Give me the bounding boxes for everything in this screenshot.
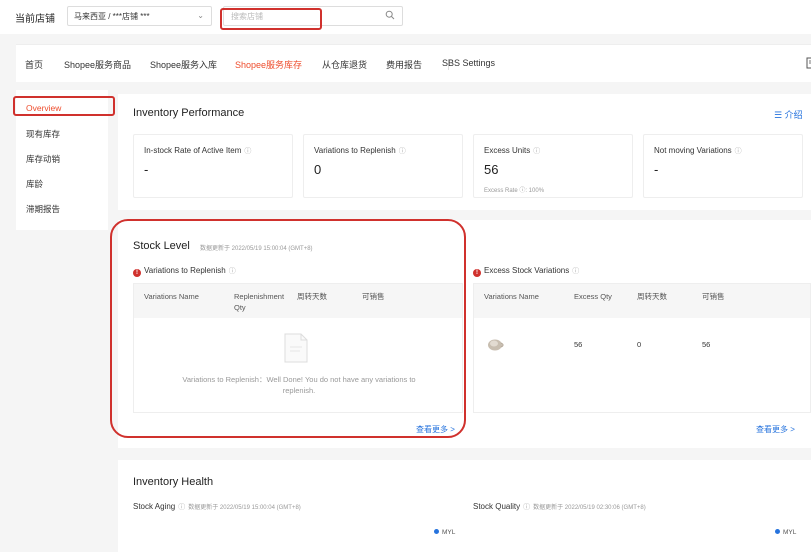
current-store-label: 当前店铺 [15, 14, 55, 25]
metric-not-moving-variations: Not moving Variations ⓘ - [643, 134, 803, 198]
excess-see-more-link[interactable]: 查看更多 > [756, 424, 795, 435]
active-tab-highlight [220, 8, 322, 30]
column-header: 周转天数 [637, 292, 667, 301]
inventory-performance-title: Inventory Performance [133, 107, 245, 119]
tab-sbs-settings[interactable]: SBS Settings [442, 58, 495, 68]
inventory-health-card: Inventory Health Stock Aging ⓘ 数据更新于 2022/… [118, 460, 811, 552]
legend-dot [775, 529, 780, 534]
inventory-performance-card: Inventory Performance ☰ 介绍 In-stock Rate… [118, 94, 811, 210]
tab-fee-report[interactable]: 费用报告 [386, 58, 422, 71]
metric-value: 0 [314, 162, 322, 177]
tab-home[interactable]: 首页 [25, 58, 43, 71]
metric-variations-to-replenish: Variations to Replenish ⓘ 0 [303, 134, 463, 198]
export-icon[interactable] [806, 57, 811, 69]
search-icon[interactable] [385, 10, 395, 20]
excess-heading: ! Excess Stock Variations ⓘ [473, 266, 579, 277]
store-bar: 当前店铺 马来西亚 / ***店铺 *** ⌄ 搜索店铺 [0, 0, 811, 34]
stock-level-highlight [110, 219, 466, 438]
store-select-value: 马来西亚 / ***店铺 *** [74, 12, 150, 21]
warning-icon: ! [473, 269, 481, 277]
metric-value: - [144, 162, 149, 177]
info-icon: ⓘ [572, 268, 580, 275]
excess-table: Variations Name Excess Qty 周转天数 可销售 56 0… [473, 283, 811, 413]
metric-label: Variations to Replenish ⓘ [314, 146, 406, 155]
column-header: Variations Name [484, 292, 539, 301]
nav-tabs: 首页 Shopee服务商品 Shopee服务入库 Shopee服务库存 从仓库退… [16, 44, 811, 82]
info-icon: ⓘ [734, 148, 742, 155]
sellable-cell: 56 [702, 340, 711, 349]
column-header: 可销售 [702, 292, 725, 301]
metric-label: In-stock Rate of Active Item ⓘ [144, 146, 252, 155]
list-icon: ☰ [774, 110, 785, 120]
product-thumbnail[interactable] [486, 336, 506, 352]
stock-aging-heading: Stock Aging ⓘ 数据更新于 2022/05/19 15:00:04 (G… [133, 502, 301, 511]
metric-label: Excess Units ⓘ [484, 146, 541, 155]
metric-value: 56 [484, 162, 499, 177]
sidebar-item-inventory-movement[interactable]: 库存动销 [26, 153, 60, 165]
info-icon: ⓘ [523, 504, 531, 511]
sidebar-item-overdue-report[interactable]: 滞期报告 [26, 203, 60, 215]
store-select[interactable]: 马来西亚 / ***店铺 *** ⌄ [67, 6, 212, 26]
sidebar-item-stock-age[interactable]: 库龄 [26, 178, 43, 190]
tab-shopee-inbound[interactable]: Shopee服务入库 [150, 58, 217, 71]
turnover-days-cell: 0 [637, 340, 642, 349]
metric-instock-rate: In-stock Rate of Active Item ⓘ - [133, 134, 293, 198]
active-sidebar-highlight [13, 96, 115, 116]
excess-qty-cell: 56 [574, 340, 583, 349]
info-icon: ⓘ [398, 148, 406, 155]
metric-value: - [654, 162, 659, 177]
tab-shopee-products[interactable]: Shopee服务商品 [64, 58, 131, 71]
stock-aging-legend: MYL [434, 529, 455, 536]
metric-label: Not moving Variations ⓘ [654, 146, 742, 155]
stock-quality-heading: Stock Quality ⓘ 数据更新于 2022/05/19 02:30:06 … [473, 502, 646, 511]
sidebar-item-current-inventory[interactable]: 现有库存 [26, 128, 60, 140]
intro-link[interactable]: ☰ 介绍 [774, 108, 803, 121]
column-header: Excess Qty [574, 292, 612, 301]
excess-rate: Excess Rate ⓘ: 100% [484, 188, 545, 194]
legend-dot [434, 529, 439, 534]
info-icon: ⓘ [244, 148, 252, 155]
stock-quality-legend: MYL [775, 529, 796, 536]
tab-shopee-inventory[interactable]: Shopee服务库存 [235, 58, 302, 71]
table-header: Variations Name Excess Qty 周转天数 可销售 [474, 284, 810, 318]
info-icon: ⓘ [178, 504, 186, 511]
tab-return-from-warehouse[interactable]: 从仓库退货 [322, 58, 367, 71]
chevron-down-icon: ⌄ [197, 11, 204, 20]
info-icon: ⓘ [533, 148, 541, 155]
inventory-health-title: Inventory Health [133, 476, 214, 488]
metric-excess-units: Excess Units ⓘ 56 Excess Rate ⓘ: 100% [473, 134, 633, 198]
